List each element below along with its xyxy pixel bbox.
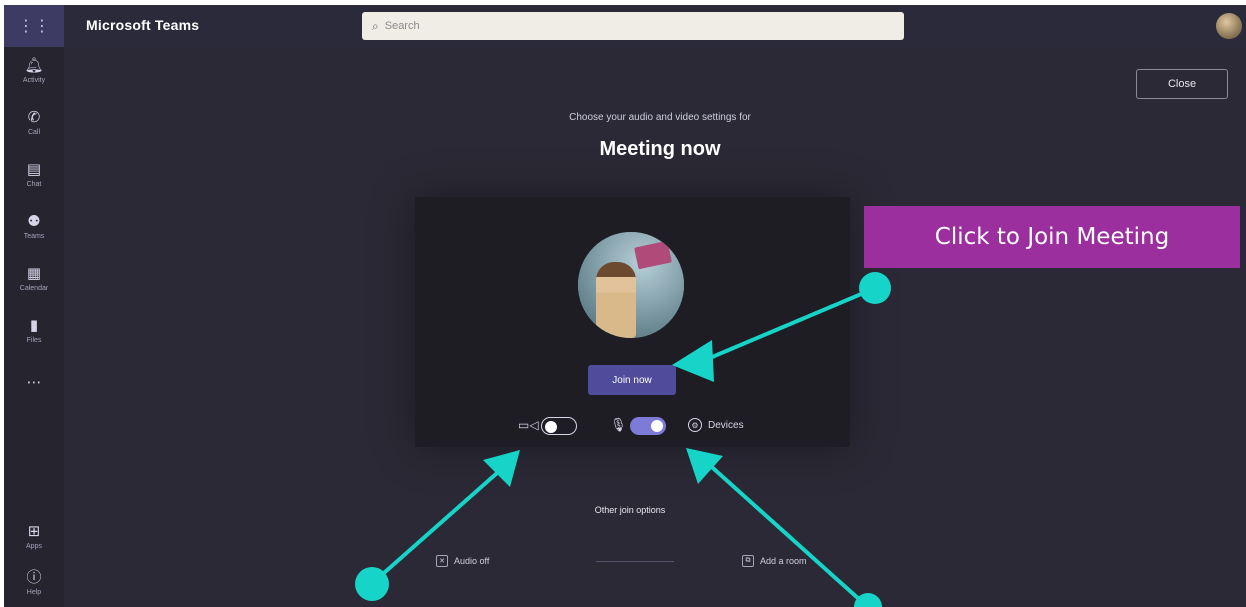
rail-label: Activity <box>22 77 46 84</box>
file-icon: ▮ <box>29 317 39 334</box>
meeting-title: Meeting now <box>599 138 721 160</box>
speaker-off-icon: ✕ <box>436 555 448 567</box>
camera-icon: ▭◁ <box>518 418 539 432</box>
search-icon: ⌕ <box>372 18 379 33</box>
search-input[interactable]: ⌕ Search <box>362 12 904 40</box>
annotation-callout: Click to Join Meeting <box>864 206 1240 268</box>
rail-item-help[interactable]: ⓘ Help <box>4 559 64 607</box>
teams-icon: ⚉ <box>27 213 41 230</box>
help-icon: ⓘ <box>26 569 42 586</box>
rail-label: Help <box>26 589 42 596</box>
phone-icon: ✆ <box>27 109 41 126</box>
search-placeholder: Search <box>384 20 420 32</box>
add-room-option[interactable]: ⧉ Add a room <box>742 555 807 567</box>
picture-person <box>596 262 636 338</box>
bell-icon: 🔔︎ <box>24 57 44 74</box>
rail-item-call[interactable]: ✆ Call <box>4 99 64 147</box>
app-title: Microsoft Teams <box>86 17 200 33</box>
rail-label: Chat <box>26 181 42 188</box>
title-bar: ⋮⋮ Microsoft Teams ⌕ Search <box>4 5 1246 47</box>
gear-icon: ⚙ <box>688 418 702 432</box>
rail-label: Apps <box>26 543 42 550</box>
rail-item-chat[interactable]: ▤ Chat <box>4 151 64 199</box>
rail-item-teams[interactable]: ⚉ Teams <box>4 203 64 251</box>
profile-picture <box>578 232 684 338</box>
divider <box>596 561 674 562</box>
rail-item-activity[interactable]: 🔔︎ Activity <box>4 47 64 95</box>
rail-item-apps[interactable]: ⊞ Apps <box>4 513 64 561</box>
audio-off-label: Audio off <box>454 556 490 566</box>
rail-label: Call <box>27 129 41 136</box>
apps-icon: ⊞ <box>27 523 41 540</box>
rail-item-calendar[interactable]: ▦ Calendar <box>4 255 64 303</box>
devices-button[interactable]: ⚙ Devices <box>688 418 744 432</box>
add-room-label: Add a room <box>760 556 807 566</box>
rail-item-files[interactable]: ▮ Files <box>4 307 64 355</box>
rail-label: Calendar <box>19 285 49 292</box>
camera-toggle[interactable] <box>541 417 577 435</box>
calendar-icon: ▦ <box>26 265 42 282</box>
audio-off-option[interactable]: ✕ Audio off <box>436 555 489 567</box>
cast-icon: ⧉ <box>742 555 754 567</box>
chat-icon: ▤ <box>26 161 42 178</box>
toggle-knob <box>545 421 557 433</box>
microphone-icon: 🎙︎ <box>610 417 627 432</box>
rail-label: Teams <box>23 233 45 240</box>
join-now-button[interactable]: Join now <box>588 365 676 395</box>
other-join-options: Other join options <box>594 505 666 515</box>
microphone-toggle[interactable] <box>630 417 666 435</box>
devices-label: Devices <box>708 419 744 431</box>
rail-label: Files <box>26 337 42 344</box>
rail-item-more[interactable]: ⋯ <box>4 359 64 407</box>
app-launcher-icon[interactable]: ⋮⋮ <box>4 5 64 47</box>
left-rail: 🔔︎ Activity ✆ Call ▤ Chat ⚉ Teams ▦ Cale… <box>4 47 64 607</box>
close-button[interactable]: Close <box>1136 69 1228 99</box>
more-icon: ⋯ <box>26 374 42 391</box>
settings-subtitle: Choose your audio and video settings for <box>569 112 751 123</box>
toggle-knob <box>651 420 663 432</box>
avatar[interactable] <box>1216 13 1242 39</box>
